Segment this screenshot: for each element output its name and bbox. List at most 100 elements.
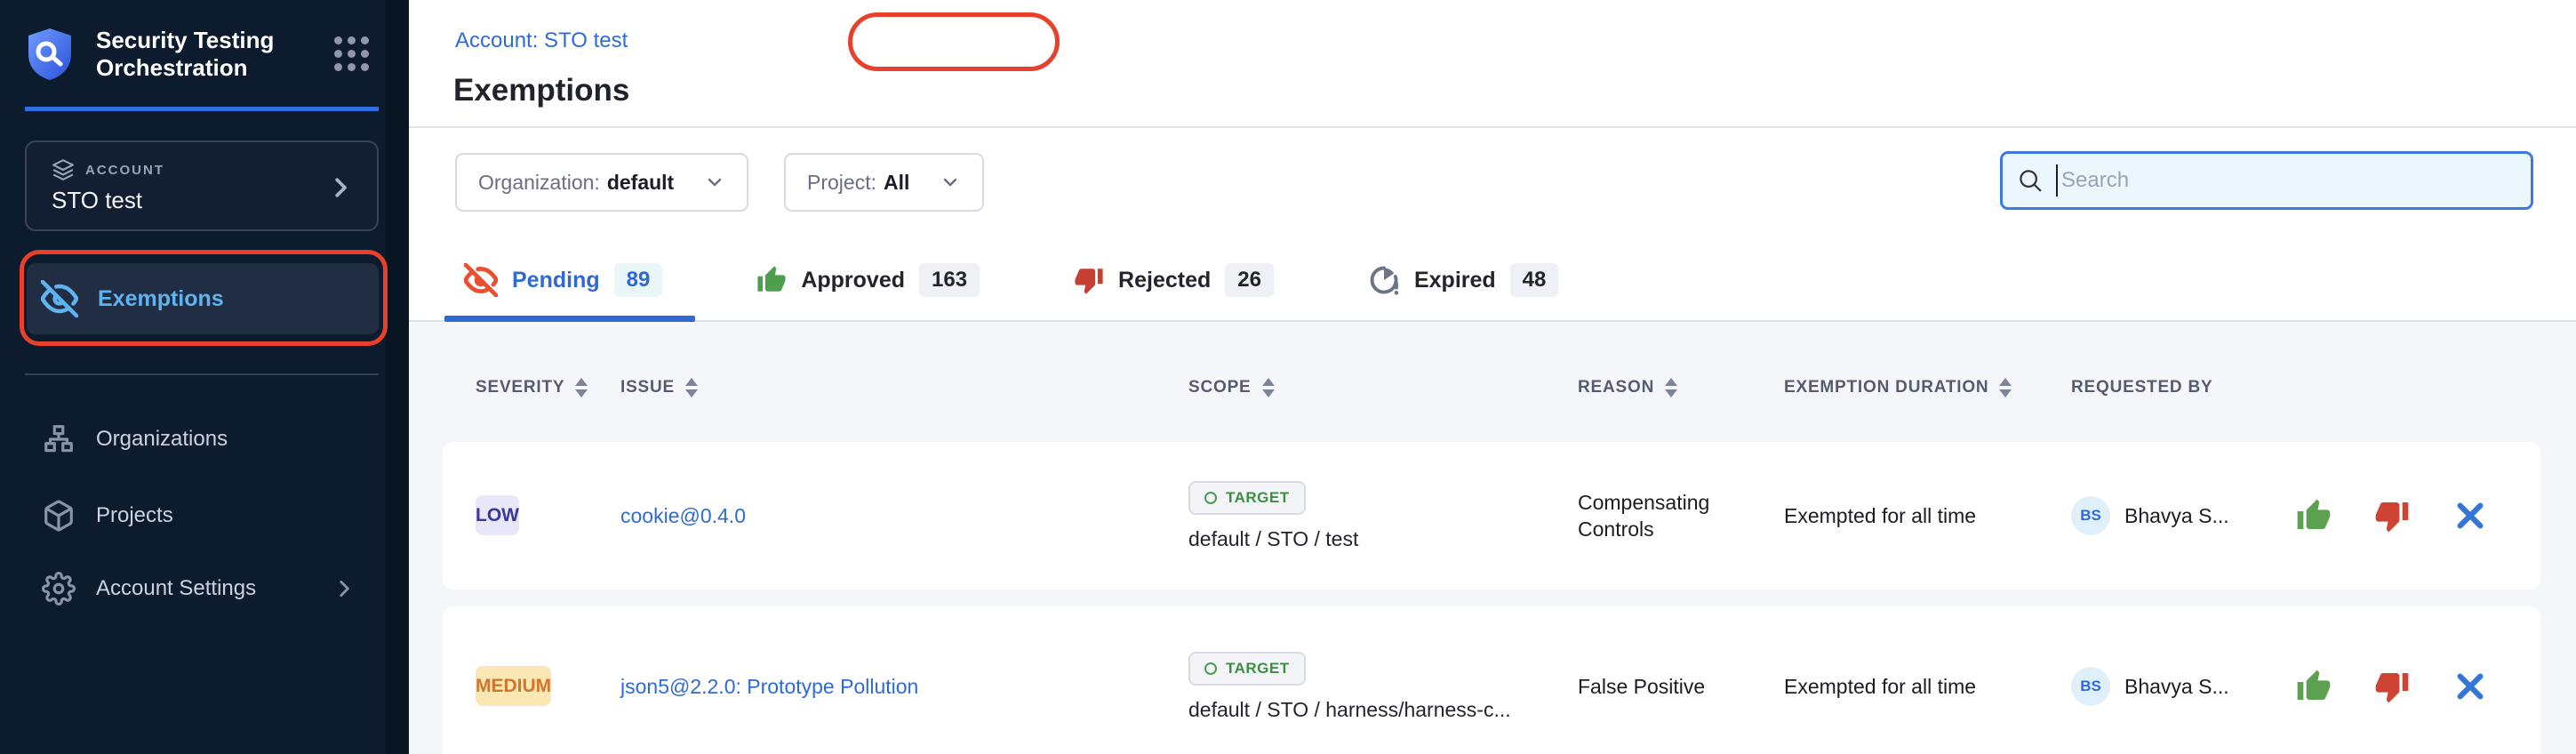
breadcrumb[interactable]: Account: STO test	[455, 28, 628, 53]
project-filter-dropdown[interactable]: Project: All	[784, 153, 984, 212]
thumbs-down-icon	[2374, 669, 2410, 704]
scope-type-badge: TARGET	[1188, 652, 1306, 686]
column-header-scope[interactable]: SCOPE	[1188, 378, 1578, 397]
search-icon	[2017, 167, 2044, 194]
reject-button[interactable]	[2373, 497, 2411, 534]
projects-cube-icon	[41, 499, 76, 533]
sidebar-item-label: Organizations	[96, 427, 228, 452]
tab-label: Pending	[512, 268, 600, 293]
gear-icon	[41, 572, 76, 606]
sidebar-accent-divider	[25, 107, 379, 111]
requested-by-name: Bhavya S...	[2124, 675, 2229, 699]
tab-count-badge: 163	[919, 263, 980, 297]
layers-icon	[52, 158, 75, 181]
thumbs-down-icon	[2374, 498, 2410, 533]
sort-icon	[1262, 378, 1275, 397]
reject-button[interactable]	[2373, 668, 2411, 705]
eye-off-icon	[464, 263, 498, 297]
close-icon	[2455, 501, 2485, 531]
tab-label: Expired	[1414, 268, 1496, 293]
organization-filter-dropdown[interactable]: Organization: default	[455, 153, 748, 212]
tab-label: Rejected	[1118, 268, 1211, 293]
sidebar-item-label: Projects	[96, 503, 173, 528]
sidebar-item-label: Exemptions	[98, 286, 224, 312]
tab-count-badge: 89	[614, 263, 663, 297]
table-row[interactable]: LOW cookie@0.4.0 TARGET default / STO / …	[443, 442, 2540, 590]
requested-by-name: Bhavya S...	[2124, 504, 2229, 528]
sidebar-item-projects[interactable]: Projects	[27, 487, 379, 544]
project-filter-label: Project:	[807, 171, 876, 195]
close-icon	[2455, 671, 2485, 702]
header-divider	[409, 126, 2576, 128]
scope-type-badge: TARGET	[1188, 481, 1306, 515]
issue-link[interactable]: json5@2.2.0: Prototype Pollution	[620, 675, 918, 699]
exemption-duration: Exempted for all time	[1784, 673, 2071, 700]
chevron-right-icon	[332, 577, 356, 600]
column-header-severity[interactable]: SEVERITY	[476, 378, 620, 397]
approve-button[interactable]	[2295, 668, 2332, 705]
scope-path: default / STO / test	[1188, 527, 1358, 551]
organization-filter-label: Organization:	[478, 171, 600, 195]
search-box[interactable]	[2000, 151, 2533, 210]
thumbs-up-icon	[2296, 498, 2332, 533]
eye-off-icon	[41, 280, 78, 317]
chevron-down-icon	[704, 172, 725, 193]
main-content: Account: STO test Exemptions Organizatio…	[409, 0, 2576, 754]
sidebar-header: Security Testing Orchestration	[27, 27, 382, 82]
sto-shield-logo-icon	[27, 28, 73, 81]
target-icon	[1204, 662, 1217, 675]
thumbs-up-icon	[2296, 669, 2332, 704]
tab-approved[interactable]: Approved 163	[756, 263, 980, 297]
text-caret	[2056, 164, 2058, 197]
tab-count-badge: 48	[1510, 263, 1559, 297]
table-header-row: SEVERITY ISSUE SCOPE REASON EXEMPTION DU…	[443, 378, 2540, 397]
reason: False Positive	[1578, 673, 1784, 700]
thumbs-up-icon	[756, 265, 787, 295]
exemption-duration: Exempted for all time	[1784, 502, 2071, 529]
timer-expired-icon	[1368, 264, 1400, 296]
approve-button[interactable]	[2295, 497, 2332, 534]
chevron-down-icon	[940, 172, 961, 193]
target-icon	[1204, 492, 1217, 504]
thumbs-down-icon	[1074, 265, 1104, 295]
tab-bar: Pending 89 Approved 163 Rejected 26 Expi…	[464, 263, 1558, 297]
sort-icon	[1999, 378, 2012, 397]
avatar: BS	[2071, 496, 2110, 535]
sidebar-item-exemptions[interactable]: Exemptions	[27, 263, 379, 334]
organizations-hierarchy-icon	[41, 422, 76, 456]
severity-badge: LOW	[476, 495, 519, 535]
page-title: Exemptions	[453, 73, 629, 108]
sidebar-item-label: Account Settings	[96, 576, 256, 601]
sidebar-item-account-settings[interactable]: Account Settings	[27, 560, 379, 617]
sidebar-edge	[386, 0, 409, 754]
tab-pending[interactable]: Pending 89	[464, 263, 662, 297]
tab-rejected[interactable]: Rejected 26	[1074, 263, 1274, 297]
tab-expired[interactable]: Expired 48	[1368, 263, 1558, 297]
project-filter-value: All	[884, 171, 909, 195]
avatar: BS	[2071, 667, 2110, 706]
chevron-right-icon	[327, 174, 354, 201]
column-header-reason[interactable]: REASON	[1578, 378, 1784, 397]
account-label: ACCOUNT	[85, 163, 164, 178]
scope-path: default / STO / harness/harness-c...	[1188, 698, 1511, 722]
organization-filter-value: default	[607, 171, 674, 195]
sidebar-item-organizations[interactable]: Organizations	[27, 411, 379, 468]
cancel-request-button[interactable]	[2452, 497, 2489, 534]
column-header-issue[interactable]: ISSUE	[620, 378, 1188, 397]
app-title: Security Testing Orchestration	[96, 27, 318, 82]
tab-count-badge: 26	[1225, 263, 1274, 297]
reason: Compensating Controls	[1578, 489, 1784, 542]
search-input[interactable]	[2061, 168, 2488, 193]
cancel-request-button[interactable]	[2452, 668, 2489, 705]
account-scope-card[interactable]: ACCOUNT STO test	[25, 140, 379, 231]
sort-icon	[1665, 378, 1677, 397]
sort-icon	[685, 378, 698, 397]
table-row[interactable]: MEDIUM json5@2.2.0: Prototype Pollution …	[443, 606, 2540, 754]
sidebar-divider	[25, 373, 379, 375]
issue-link[interactable]: cookie@0.4.0	[620, 504, 746, 528]
sidebar: Security Testing Orchestration ACCOUNT S…	[0, 0, 409, 754]
module-grid-icon[interactable]	[334, 36, 370, 72]
column-header-exemption-duration[interactable]: EXEMPTION DURATION	[1784, 378, 2071, 397]
active-tab-underline	[444, 316, 695, 322]
sort-icon	[575, 378, 588, 397]
